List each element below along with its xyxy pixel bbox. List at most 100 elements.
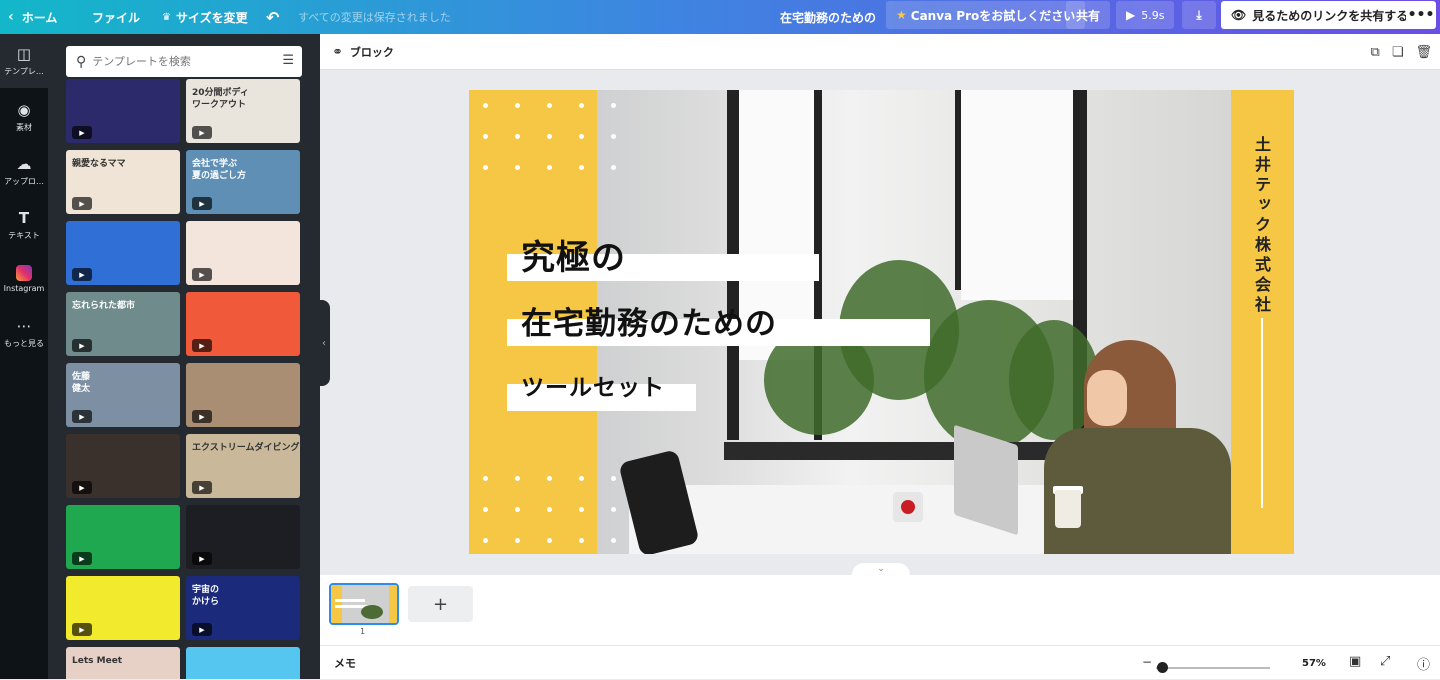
window-glass [961,90,1073,300]
person-face [1087,370,1127,426]
zoom-slider[interactable] [1156,667,1270,669]
expand-pages-handle[interactable]: ⌄ [852,563,910,575]
decorative-dot [515,134,520,139]
decorative-dot [611,507,616,512]
template-icon: ◫ [16,45,32,63]
add-page-button[interactable]: + [408,586,473,622]
nav-item-templates[interactable]: ◫ テンプレ… [0,34,48,88]
undo-icon[interactable]: ↶ [266,0,279,34]
notes-button[interactable]: メモ [334,646,356,680]
chevron-left-icon: ‹ [8,9,14,25]
template-thumbnail[interactable]: 親愛なるママ ▶ [66,150,180,214]
template-thumbnail[interactable]: ▶ [186,221,300,285]
template-thumbnail[interactable]: 忘れられた都市 ▶ [66,292,180,356]
company-name[interactable]: 土井テック株式会社 [1249,136,1273,316]
decorative-dot [515,103,520,108]
download-icon[interactable]: ⤓ [1182,1,1216,29]
template-thumbnail[interactable]: ▶ [66,79,180,143]
nav-item-text[interactable]: T テキスト [0,198,48,252]
duplicate-page-icon[interactable]: ❏ [1392,45,1404,60]
template-thumbnail[interactable]: Lets Meet [66,647,180,679]
collapse-panel-handle[interactable]: ‹ [318,300,330,386]
vertical-rule[interactable] [1261,318,1263,508]
resize-button[interactable]: ♛ サイズを変更 [162,0,248,34]
block-button[interactable]: ⚭ ブロック [332,34,394,70]
template-search[interactable]: ⚲ ☰ [66,46,302,77]
title-line-2[interactable]: 在宅勤務のための [521,298,777,343]
trash-icon[interactable]: 🗑 [1415,45,1432,60]
nav-label-text: テキスト [8,231,40,240]
video-badge-icon: ▶ [192,197,212,210]
share-button[interactable]: 共有 [1066,1,1111,29]
template-thumbnail[interactable]: 宇宙の かけら ▶ [186,576,300,640]
dot-grid-bottom[interactable] [483,476,633,554]
share-view-link-button[interactable]: 👁 見るためのリンクを共有する [1221,1,1419,29]
template-thumbnail-text: Lets Meet [72,656,123,666]
template-thumbnail[interactable]: ▶ [66,434,180,498]
filter-icon[interactable]: ☰ [282,53,294,68]
title-line-3[interactable]: ツールセット [521,368,665,402]
video-badge-icon: ▶ [72,268,92,281]
more-icon: ⋯ [16,317,32,335]
thumb-yellow-left [331,585,342,623]
dot-grid-top[interactable] [483,103,633,183]
try-pro-button[interactable]: ★ Canva Proをお試しください [886,1,1086,29]
add-page-icon[interactable]: ⧉ [1371,45,1380,60]
text-icon: T [18,209,30,227]
template-thumbnail[interactable]: 20分間ボディ ワークアウト ▶ [186,79,300,143]
design-canvas[interactable]: 土井テック株式会社 究極の 在宅勤務のための ツールセット [469,90,1294,554]
home-label: ホーム [21,10,58,25]
home-button[interactable]: ‹ ホーム [8,0,57,34]
play-icon: ▶ [1126,8,1136,22]
decorative-dot [611,134,616,139]
page-strip: 1 + [320,575,1440,645]
fidget-cube-button [901,500,915,514]
template-thumbnail[interactable]: 佐藤 健太 ▶ [66,363,180,427]
zoom-value[interactable]: 57% [1302,646,1326,680]
document-title[interactable]: 在宅勤務のための [780,0,876,34]
decorative-dot [483,476,488,481]
present-button[interactable]: ▶ 5.9s [1116,1,1175,29]
template-thumbnail-text: 20分間ボディ ワークアウト [192,88,249,110]
template-thumbnail[interactable]: エクストリームダイビング ▶ [186,434,300,498]
template-thumbnail[interactable]: ▶ [186,363,300,427]
play-duration: 5.9s [1141,8,1165,22]
file-menu-button[interactable]: ファイル [92,0,140,34]
zoom-out-icon[interactable]: − [1142,655,1152,669]
search-icon: ⚲ [76,53,87,70]
video-badge-icon: ▶ [72,126,92,139]
decorative-dot [611,476,616,481]
template-thumbnail[interactable]: ▶ [186,292,300,356]
more-options-button[interactable]: ••• [1406,1,1436,29]
video-badge-icon: ▶ [192,481,212,494]
share-view-link-label: 見るためのリンクを共有する [1252,8,1409,23]
template-thumbnail[interactable] [186,647,300,679]
try-pro-label: Canva Proをお試しください [910,8,1076,23]
video-badge-icon: ▶ [192,126,212,139]
video-badge-icon: ▶ [192,410,212,423]
page-count-icon[interactable]: ▣ [1349,654,1361,669]
title-line-1[interactable]: 究極の [521,230,626,279]
nav-item-uploads[interactable]: ☁ アップロ… [0,144,48,198]
template-thumbnail[interactable]: ▶ [66,505,180,569]
template-thumbnail-text: 佐藤 健太 [72,372,91,394]
template-thumbnail[interactable]: ▶ [66,576,180,640]
template-thumbnail[interactable]: 会社で学ぶ 夏の過ごし方 ▶ [186,150,300,214]
thumb-title-bar [335,599,365,602]
nav-item-more[interactable]: ⋯ もっと見る [0,306,48,360]
zoom-slider-handle[interactable] [1156,662,1168,673]
decorative-dot [547,538,552,543]
fullscreen-icon[interactable]: ⤢ [1380,654,1390,669]
help-icon[interactable]: ⓘ [1417,654,1430,673]
video-badge-icon: ▶ [72,552,92,565]
page-thumbnail[interactable] [329,583,399,625]
decorative-dot [547,103,552,108]
template-thumbnail[interactable]: ▶ [66,221,180,285]
search-input[interactable] [92,55,263,68]
video-badge-icon: ▶ [72,339,92,352]
decorative-dot [483,165,488,170]
template-thumbnail[interactable]: ▶ [186,505,300,569]
nav-item-instagram[interactable]: Instagram [0,252,48,306]
nav-item-elements[interactable]: ◉ 素材 [0,90,48,144]
decorative-dot [483,103,488,108]
